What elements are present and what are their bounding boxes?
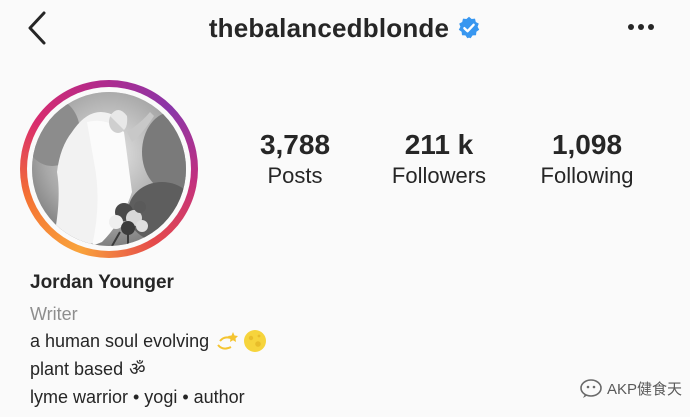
followers-count: 211 k <box>404 129 474 160</box>
watermark: AKP健食天 <box>579 375 682 401</box>
avatar-border <box>27 87 191 251</box>
following-count: 1,098 <box>551 129 623 160</box>
bio-text: lyme warrior • yogi • author <box>30 387 245 407</box>
bio-text: plant based <box>30 359 124 379</box>
profile-bio: Jordan Younger Writer a human soul evolv… <box>30 270 267 411</box>
full-name: Jordan Younger <box>30 272 174 293</box>
username-title: thebalancedblonde <box>208 12 450 43</box>
avatar <box>32 92 186 246</box>
bio-line: plant based ॐ <box>30 355 267 383</box>
profile-photo <box>32 92 186 246</box>
following-stat[interactable]: 1,098 Following <box>527 128 647 190</box>
posts-count: 3,788 <box>259 129 331 160</box>
posts-stat[interactable]: 3,788 Posts <box>245 128 345 190</box>
wechat-logo-icon <box>580 379 602 398</box>
watermark-text: AKP健食天 <box>606 380 682 398</box>
profile-screen: thebalancedblonde 3,788 Posts 211 k Foll… <box>0 0 690 417</box>
followers-label: Followers <box>391 163 487 188</box>
om-symbol: ॐ <box>129 359 146 379</box>
story-ring[interactable] <box>20 80 198 258</box>
profile-header: thebalancedblonde <box>0 10 690 46</box>
bio-line: lyme warrior • yogi • author <box>30 383 267 411</box>
following-label: Following <box>540 163 634 188</box>
category-label: Writer <box>30 304 78 324</box>
bio-text: a human soul evolving <box>30 331 210 351</box>
verified-badge-icon <box>458 16 480 39</box>
full-moon-emoji-icon <box>244 330 267 352</box>
posts-label: Posts <box>267 163 323 188</box>
followers-stat[interactable]: 211 k Followers <box>378 128 500 190</box>
dizzy-emoji-icon <box>217 332 239 350</box>
bio-line: a human soul evolving <box>30 327 267 355</box>
more-horizontal-icon[interactable] <box>626 19 656 35</box>
